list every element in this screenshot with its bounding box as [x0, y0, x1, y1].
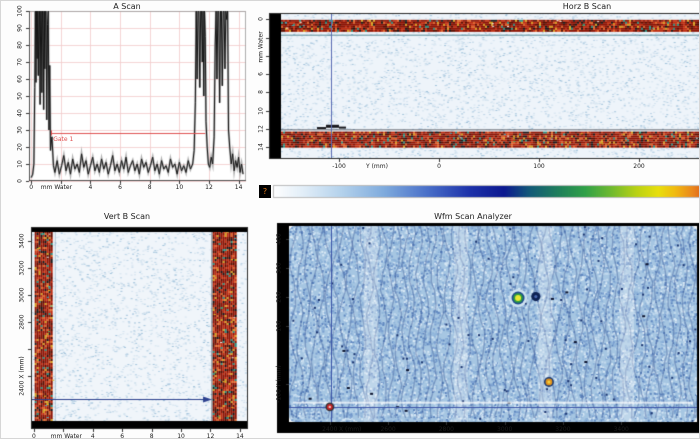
x-axis-tick-label: 2600 [380, 426, 395, 433]
x-axis-tick-label: 4 [89, 184, 93, 191]
y-axis-tick-label: 40 [17, 109, 24, 117]
y-axis-tick-label: 8 [258, 90, 265, 94]
a-scan-title: A Scan [113, 2, 140, 11]
x-axis-tick-label: 6 [120, 433, 124, 439]
x-axis-tick-label: 2400 [322, 426, 337, 433]
x-axis-tick-label: 8 [150, 433, 154, 439]
x-axis-tick-label: 12 [207, 433, 215, 439]
x-axis-tick-label: 3400 [614, 426, 629, 433]
x-axis-tick-label: 8 [148, 184, 152, 191]
y-axis-tick-label: 3400 [19, 233, 26, 248]
y-axis-tick-label: 3200 [19, 260, 26, 275]
horz-b-scan-title: Horz B Scan [563, 2, 611, 11]
y-axis-tick-label: 10 [258, 107, 265, 115]
x-axis-tick-label: mm Water [41, 184, 72, 191]
x-axis-tick-label: mm Water [51, 433, 82, 439]
x-axis-tick-label: 200 [633, 163, 644, 170]
y-axis-tick-label: 400 [276, 233, 283, 244]
wfm-scan-analyzer-panel: Wfm Scan Analyzer 2400X (mm) 2600 2800 3000… [257, 211, 700, 439]
x-axis-tick-label: -100 [332, 163, 346, 170]
y-axis-tick-label: 3000 [19, 287, 26, 302]
y-axis-tick-label: 2800 [19, 314, 26, 329]
x-axis-tick-label: 14 [235, 184, 243, 191]
y-axis-tick-label: 70 [17, 58, 24, 66]
x-axis-tick-label: 2800 [439, 426, 454, 433]
horz-b-scan-canvas[interactable] [253, 1, 700, 183]
x-axis-tick-label: 3000 [497, 426, 512, 433]
y-axis-tick-label: 6 [258, 72, 265, 76]
x-axis-tick-label: 14 [236, 433, 244, 439]
y-axis-tick-label: -100 Y (mm) [276, 366, 283, 403]
a-scan-panel: A Scan Gate 1 0 mm Water 4 6 8 10 12 14 0 10 20 30 40… [3, 1, 251, 201]
x-axis-tick-label: 0 [32, 433, 36, 439]
x-axis-tick-label: 4 [91, 433, 95, 439]
x-axis-tick-label: 0 [437, 163, 441, 170]
y-axis-tick-label: 90 [17, 24, 24, 32]
vert-b-scan-panel: Vert B Scan 0 mm Water 4 6 8 10 12 14 3400 3200 30… [3, 211, 251, 439]
y-axis-tick-label: 10 [17, 160, 24, 168]
x-axis-tick-label: 100 [533, 163, 544, 170]
vert-b-scan-canvas[interactable] [3, 211, 251, 439]
wfm-scan-analyzer-title: Wfm Scan Analyzer [434, 212, 512, 221]
vert-b-scan-title: Vert B Scan [104, 212, 150, 221]
colorbar-handle-icon[interactable]: ? [259, 185, 271, 198]
wfm-scan-analyzer-canvas[interactable] [257, 211, 700, 439]
x-axis-tick-label: 3200 [555, 426, 570, 433]
horz-b-scan-panel: Horz B Scan -100 Y (mm) 0 100 200 0 mm Water 6 8… [253, 1, 700, 183]
gate-label[interactable]: Gate 1 [53, 136, 73, 143]
ultrasonic-scan-analysis-window: A Scan Gate 10mm Water468101214010203040… [0, 0, 700, 439]
a-scan-canvas[interactable] [3, 1, 251, 201]
y-axis-tick-label: 0 [17, 179, 24, 183]
y-axis-tick-label: 20 [17, 143, 24, 151]
y-axis-tick-label: 80 [17, 41, 24, 49]
y-axis-tick-label: 100 [17, 5, 24, 16]
y-axis-tick-label: 2400 X (mm) [19, 356, 26, 396]
amplitude-colorbar: ? [257, 184, 700, 200]
y-axis-tick-label: mm Water [258, 31, 265, 62]
colorbar-canvas [257, 184, 700, 200]
x-axis-tick-label: 12 [205, 184, 213, 191]
x-axis-tick-label: 10 [177, 433, 185, 439]
x-axis-tick-label: 0 [29, 184, 33, 191]
y-axis-tick-label: 200 [276, 291, 283, 302]
x-axis-tick-label: X (mm) [339, 426, 361, 433]
y-axis-tick-label: 100 [276, 320, 283, 331]
y-axis-tick-label: 12 [258, 125, 265, 133]
y-axis-tick-label: 0 [258, 17, 265, 21]
y-axis-tick-label: 50 [17, 92, 24, 100]
y-axis-tick-label: 60 [17, 75, 24, 83]
y-axis-tick-label: 14 [258, 143, 265, 151]
x-axis-tick-label: 10 [176, 184, 184, 191]
y-axis-tick-label: 30 [17, 126, 24, 134]
x-axis-tick-label: Y (mm) [366, 163, 388, 170]
x-axis-tick-label: 6 [118, 184, 122, 191]
y-axis-tick-label: 300 [276, 262, 283, 273]
